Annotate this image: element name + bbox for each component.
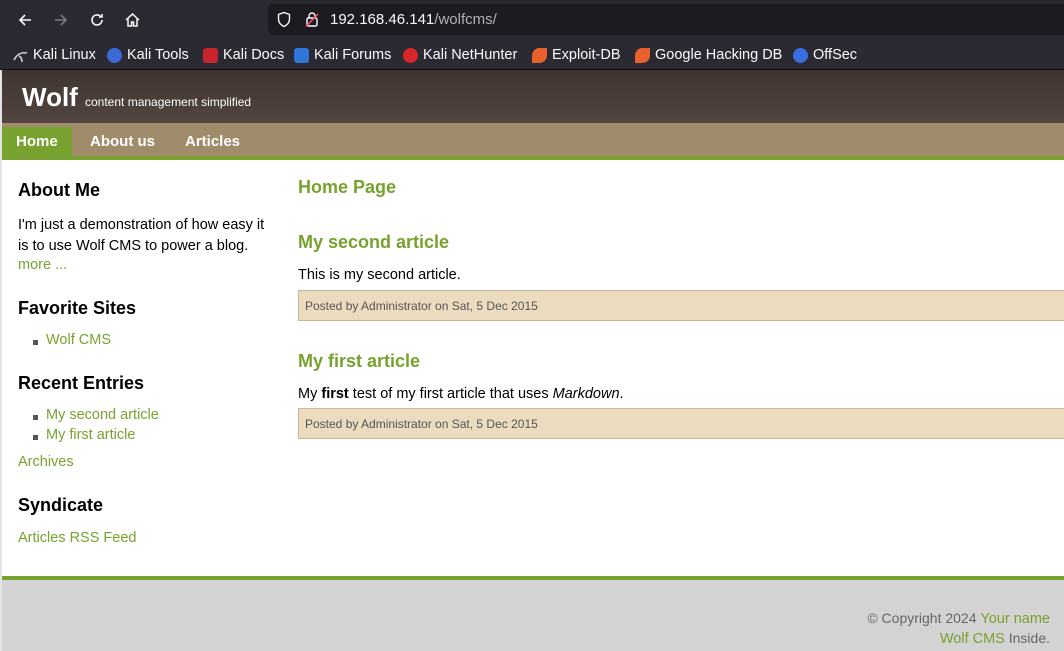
site-slogan: content management simplified bbox=[85, 95, 252, 109]
home-button[interactable] bbox=[120, 8, 144, 32]
shield-icon[interactable] bbox=[276, 11, 292, 32]
exploit-db-icon bbox=[532, 47, 547, 63]
kali-docs-icon bbox=[203, 47, 218, 63]
site-header: Wolf content management simplified bbox=[2, 70, 1064, 123]
footer-powered-by: Wolf CMS Inside. bbox=[940, 630, 1050, 647]
body-text-part: test of my first article that uses bbox=[348, 386, 553, 402]
article-title-second[interactable]: My second article bbox=[298, 232, 449, 253]
kali-tools-icon bbox=[107, 47, 122, 63]
list-bullet bbox=[33, 435, 38, 440]
article-title-first[interactable]: My first article bbox=[298, 351, 420, 372]
bookmarks-bar: Kali Linux Kali Tools Kali Docs Kali For… bbox=[0, 39, 1064, 70]
recent-link-first-article[interactable]: My first article bbox=[46, 427, 135, 443]
article-meta-second: Posted by Administrator on Sat, 5 Dec 20… bbox=[298, 290, 1064, 321]
bookmark-kali-forums[interactable]: Kali Forums bbox=[294, 46, 391, 64]
inside-text: Inside. bbox=[1008, 630, 1050, 646]
bookmark-label: Google Hacking DB bbox=[655, 47, 783, 63]
forward-arrow-icon bbox=[55, 14, 68, 26]
favorite-link-wolf-cms[interactable]: Wolf CMS bbox=[46, 332, 111, 348]
insecure-lock-icon[interactable] bbox=[304, 11, 320, 32]
url-host: 192.168.46.141 bbox=[330, 11, 435, 28]
offsec-icon bbox=[793, 47, 808, 63]
page-title: Home Page bbox=[298, 177, 397, 197]
bookmark-label: Kali Tools bbox=[127, 47, 189, 63]
bookmark-google-hacking-db[interactable]: Google Hacking DB bbox=[635, 46, 782, 64]
bookmark-exploit-db[interactable]: Exploit-DB bbox=[532, 46, 621, 64]
url-path: /wolfcms/ bbox=[434, 11, 497, 28]
bookmark-kali-docs[interactable]: Kali Docs bbox=[203, 46, 284, 64]
article-body-first: My first test of my first article that u… bbox=[298, 386, 624, 402]
bookmark-label: Kali Linux bbox=[33, 47, 96, 63]
body-text-part: . bbox=[619, 386, 624, 402]
body-italic-text: Markdown bbox=[552, 386, 620, 402]
about-me-heading: About Me bbox=[18, 180, 100, 200]
menu-item-home[interactable]: Home bbox=[2, 127, 72, 156]
site-footer: © Copyright 2024 Your name Wolf CMS Insi… bbox=[2, 576, 1064, 651]
main-menu: Home About us Articles bbox=[2, 123, 1064, 160]
more-link[interactable]: more ... bbox=[18, 257, 67, 273]
menu-item-articles[interactable]: Articles bbox=[171, 127, 254, 156]
your-name-link[interactable]: Your name bbox=[980, 611, 1050, 627]
kali-dragon-icon bbox=[13, 48, 28, 63]
list-bullet bbox=[33, 340, 38, 345]
article-meta-first: Posted by Administrator on Sat, 5 Dec 20… bbox=[298, 408, 1064, 439]
list-bullet bbox=[33, 415, 38, 420]
back-arrow-icon bbox=[18, 14, 31, 26]
article-body-second: This is my second article. bbox=[298, 267, 461, 283]
bookmark-label: Exploit-DB bbox=[552, 47, 621, 63]
copyright-text: © Copyright 2024 bbox=[867, 610, 977, 626]
back-button[interactable] bbox=[13, 8, 37, 32]
favorite-sites-heading: Favorite Sites bbox=[18, 298, 137, 318]
ghdb-icon bbox=[635, 47, 650, 63]
wolf-cms-link[interactable]: Wolf CMS bbox=[940, 631, 1005, 647]
bookmark-offsec[interactable]: OffSec bbox=[793, 46, 857, 64]
kali-forums-icon bbox=[294, 47, 309, 63]
reload-button[interactable] bbox=[85, 8, 109, 32]
footer-copyright: © Copyright 2024 Your name bbox=[867, 610, 1050, 627]
bookmark-label: Kali NetHunter bbox=[423, 47, 518, 63]
site-title[interactable]: Wolf bbox=[22, 82, 78, 113]
menu-item-about-us[interactable]: About us bbox=[76, 127, 169, 156]
web-page: Wolf content management simplified Home … bbox=[0, 70, 1064, 651]
home-icon bbox=[124, 12, 140, 27]
recent-entries-heading: Recent Entries bbox=[18, 373, 145, 393]
syndicate-heading: Syndicate bbox=[18, 495, 104, 515]
address-bar[interactable]: 192.168.46.141/wolfcms/ bbox=[268, 4, 1064, 35]
about-me-text: I'm just a demonstration of how easy it … bbox=[18, 217, 265, 254]
body-text-part: My bbox=[298, 386, 322, 402]
reload-icon bbox=[91, 14, 103, 26]
archives-link[interactable]: Archives bbox=[18, 454, 74, 470]
bookmark-label: OffSec bbox=[813, 47, 858, 63]
bookmark-kali-nethunter[interactable]: Kali NetHunter bbox=[403, 46, 517, 64]
kali-nethunter-icon bbox=[403, 47, 418, 63]
url-text[interactable]: 192.168.46.141/wolfcms/ bbox=[330, 11, 497, 28]
bookmark-label: Kali Forums bbox=[314, 47, 392, 63]
forward-button[interactable] bbox=[49, 8, 73, 32]
browser-toolbar: 192.168.46.141/wolfcms/ bbox=[0, 0, 1064, 39]
body-bold-text: first bbox=[321, 386, 349, 402]
recent-link-second-article[interactable]: My second article bbox=[46, 407, 159, 423]
bookmark-kali-tools[interactable]: Kali Tools bbox=[107, 46, 189, 64]
bookmark-kali-linux[interactable]: Kali Linux bbox=[13, 46, 96, 64]
rss-feed-link[interactable]: Articles RSS Feed bbox=[18, 530, 136, 546]
bookmark-label: Kali Docs bbox=[223, 47, 285, 63]
